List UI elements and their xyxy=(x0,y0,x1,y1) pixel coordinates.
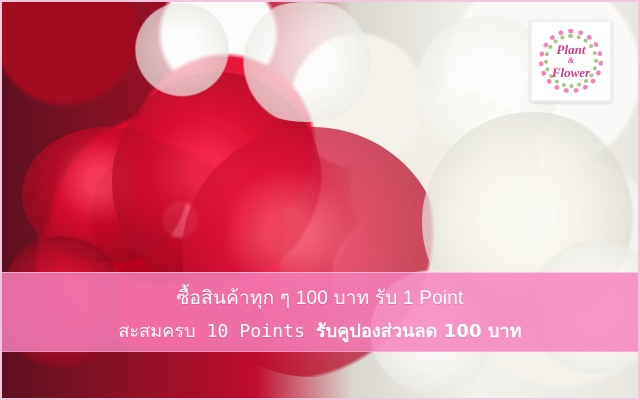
promotional-banner: Plant & Flower ซื้อสินค้าทุก ๆ 100 บาท ร… xyxy=(0,0,640,400)
logo-subtitle: Flower xyxy=(551,65,591,80)
white-rose xyxy=(222,2,392,122)
white-rose xyxy=(122,2,242,97)
logo-title: Plant xyxy=(556,42,586,57)
points-requirement-text: สะสมครบ 10 Points xyxy=(118,321,316,342)
logo-text: Plant & Flower xyxy=(552,43,590,79)
red-rose xyxy=(112,72,322,292)
red-rose xyxy=(22,127,192,262)
discount-coupon-text: รับคูปองส่วนลด 100 บาท xyxy=(315,321,522,342)
promotion-line-1: ซื้อสินค้าทุก ๆ 100 บาท รับ 1 Point xyxy=(176,288,464,309)
promotion-line-2: สะสมครบ 10 Points รับคูปองส่วนลด 100 บาท xyxy=(2,316,638,345)
logo-connector: & xyxy=(567,56,575,65)
brand-logo: Plant & Flower xyxy=(530,20,612,102)
